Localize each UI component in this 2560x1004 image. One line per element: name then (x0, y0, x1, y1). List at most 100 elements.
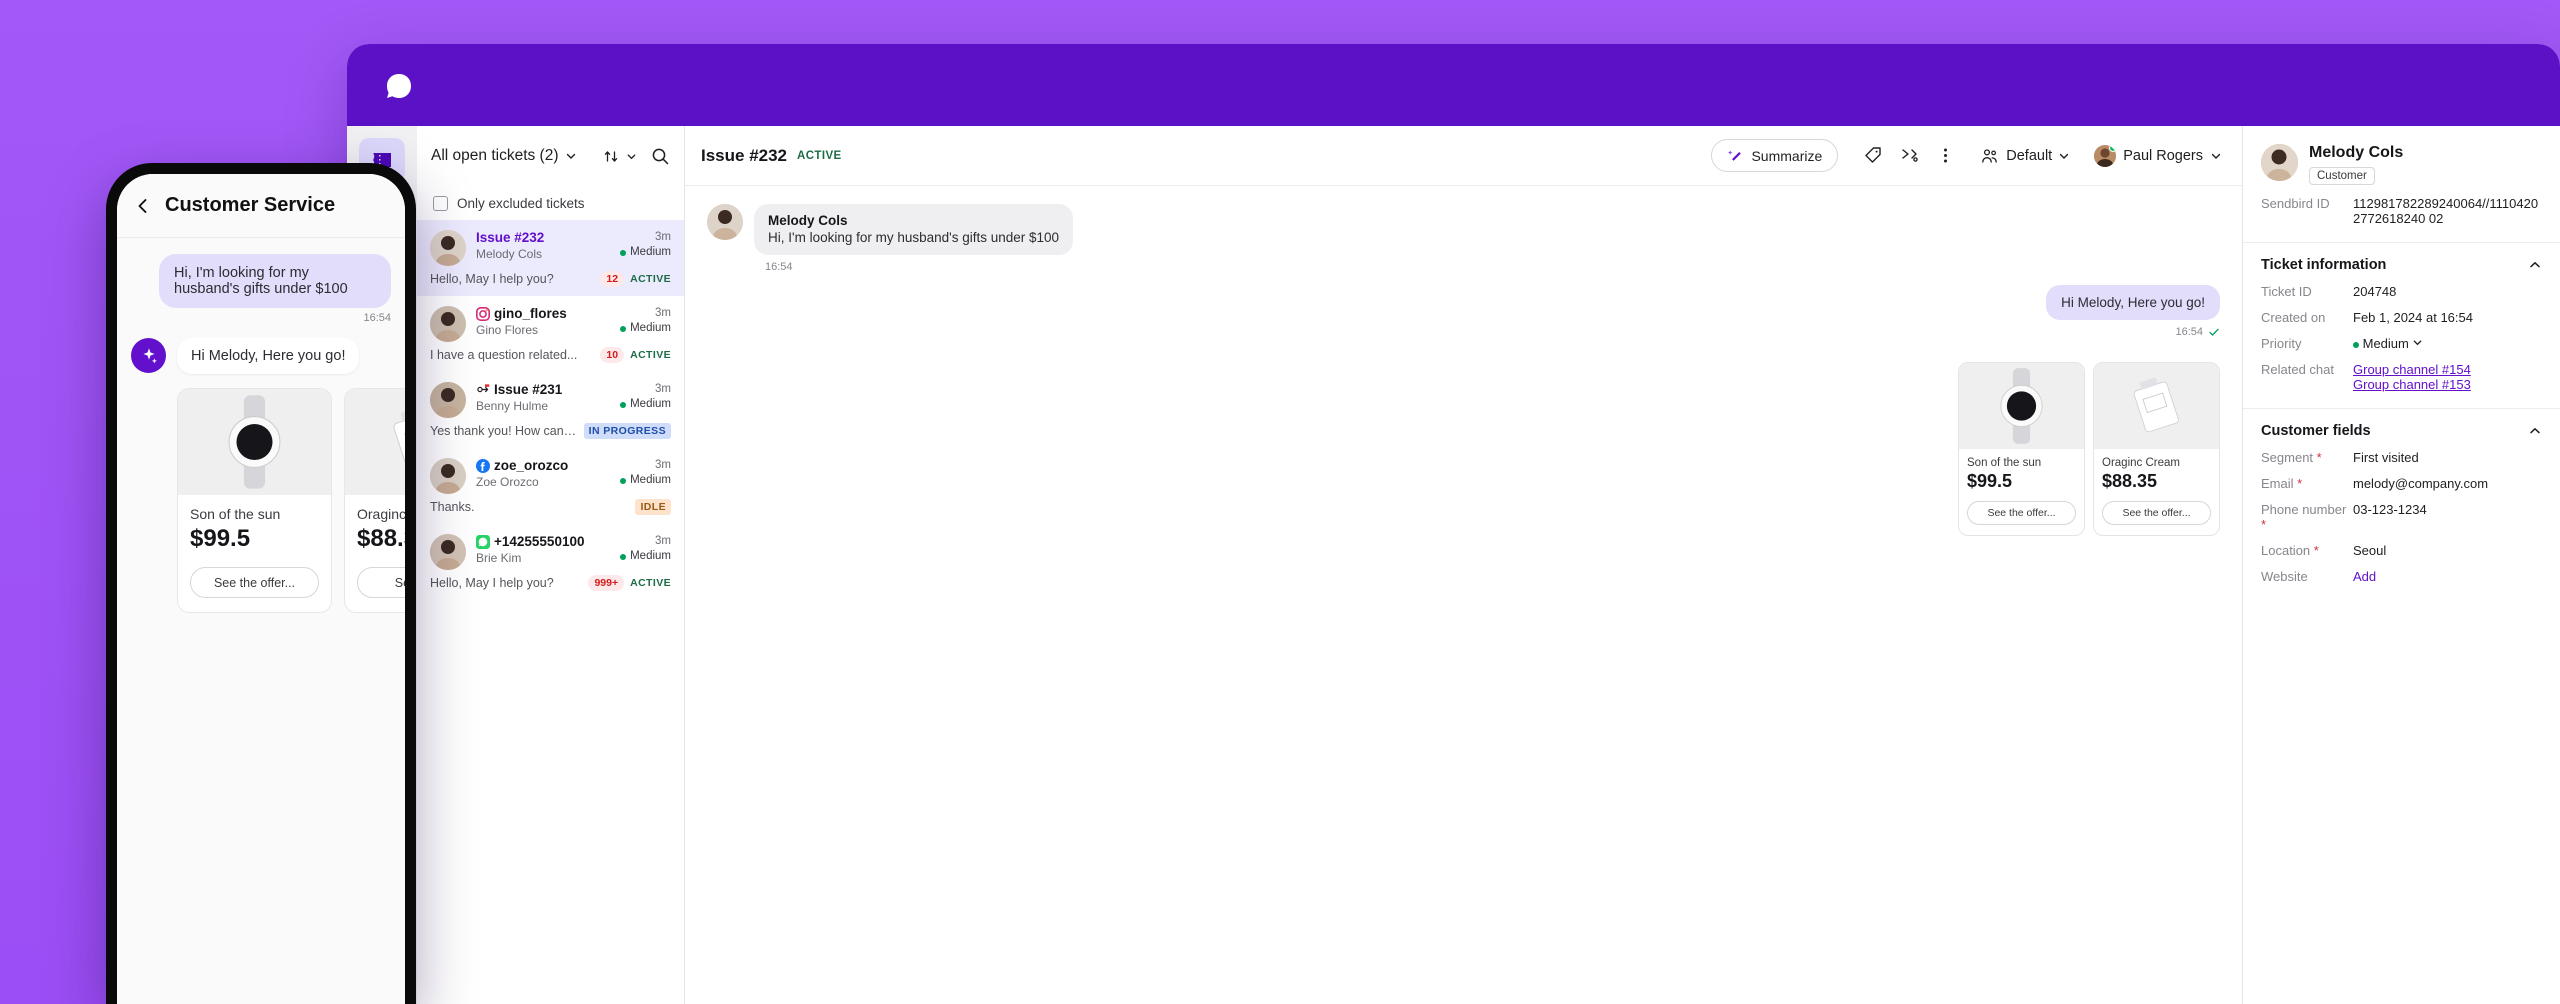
customer-fields: Segment * First visited Email * melody@comp… (2261, 450, 2542, 584)
ticket-row-name: Zoe Orozco (476, 475, 539, 489)
sendbird-id-value: 112981782289240064//11104202772618240 02 (2353, 196, 2539, 226)
detail-field-label: Ticket ID (2261, 284, 2312, 299)
conversation-status-badge: ACTIVE (797, 149, 842, 162)
ticket-row-preview: I have a question related... (430, 348, 578, 362)
add-value-link[interactable]: Add (2353, 569, 2376, 584)
cream-image (345, 389, 405, 495)
chevron-down-icon[interactable] (2412, 337, 2423, 348)
ticket-list-item[interactable]: Issue #231 Benny Hulme 3m Medium Yes thank y… (417, 372, 684, 448)
detail-field-value: 204748 (2353, 284, 2397, 299)
related-chat-link[interactable]: Group channel #154 (2353, 362, 2471, 377)
ticket-row-name: Brie Kim (476, 551, 522, 565)
avatar (430, 458, 466, 494)
ticket-row-time: 3m (655, 307, 671, 319)
search-button[interactable] (651, 147, 670, 166)
priority-dot (620, 401, 627, 408)
ticket-information-header[interactable]: Ticket information (2261, 257, 2542, 273)
phone-product-card[interactable]: Oraginc Crea $88.35 See the o (344, 388, 405, 613)
ticket-row-priority: Medium (620, 473, 671, 488)
only-excluded-tickets-row[interactable]: Only excluded tickets (417, 186, 684, 220)
desktop-app-window: All open tickets (2) Only excluded ticke… (347, 44, 2560, 1004)
product-name: Oraginc Cream (2102, 457, 2180, 469)
message-time: 16:54 (765, 261, 793, 273)
phone-product-cta[interactable]: See the o (357, 567, 405, 598)
detail-field-row: Website Add (2261, 569, 2542, 584)
ticket-row-title: Issue #232 (476, 230, 610, 246)
priority-dot (620, 325, 627, 332)
avatar (707, 204, 743, 240)
only-excluded-checkbox[interactable] (433, 195, 448, 211)
chevron-up-icon[interactable] (2528, 424, 2542, 438)
detail-field-label: Related chat (2261, 362, 2334, 377)
summarize-label: Summarize (1751, 147, 1823, 164)
ticket-fields: Ticket ID 204748 Created on Feb 1, 2024 at … (2261, 284, 2542, 392)
ticket-status-badge: ACTIVE (630, 349, 671, 361)
ticket-row-main: zoe_orozco Zoe Orozco (476, 458, 610, 494)
whatsapp-icon (476, 535, 490, 549)
product-cta-button[interactable]: See the offer... (1967, 501, 2076, 525)
more-options-button[interactable] (1932, 143, 1958, 169)
ticket-row-title-text: gino_flores (494, 306, 567, 321)
phone-incoming-bubble: Hi, I'm looking for my husband's gifts u… (159, 254, 391, 308)
transfer-ticket-button[interactable] (1896, 143, 1922, 169)
ticket-row-preview: Yes thank you! How can I ... (430, 424, 578, 438)
phone-screen: Customer Service Hi, I'm looking for my … (117, 174, 405, 1004)
ticket-row-title: zoe_orozco (476, 458, 610, 474)
customer-fields-header[interactable]: Customer fields (2261, 423, 2542, 439)
watch-image (178, 389, 331, 495)
ticket-list-item[interactable]: +14255550100 Brie Kim 3m Medium Hello, May I… (417, 524, 684, 600)
product-card[interactable]: Oraginc Cream $88.35 See the offer... (2093, 362, 2220, 536)
detail-field-row: Phone number * 03-123-1234 (2261, 502, 2542, 532)
agent-menu[interactable]: Paul Rogers (2094, 144, 2222, 167)
customer-avatar (2261, 144, 2298, 181)
assignee-dropdown[interactable]: Default (1980, 146, 2070, 166)
phone-product-name: Oraginc Crea (357, 506, 405, 522)
sort-chevron-icon[interactable] (626, 151, 637, 162)
ticket-row-meta: 3m Medium (620, 458, 671, 494)
ticket-row-priority: Medium (620, 397, 671, 412)
ticket-row-priority: Medium (620, 549, 671, 564)
sort-button[interactable] (603, 148, 620, 165)
product-cta-button[interactable]: See the offer... (2102, 501, 2211, 525)
ticket-row-time: 3m (655, 535, 671, 547)
customer-header: Melody Cols Customer (2261, 144, 2542, 185)
required-marker: * (2261, 517, 2267, 532)
presence-dot (2291, 144, 2298, 151)
product-card[interactable]: Son of the sun $99.5 See the offer... (1958, 362, 2085, 536)
chevron-left-icon[interactable] (133, 196, 153, 216)
phone-product-card[interactable]: Son of the sun $99.5 See the offer... (177, 388, 332, 613)
product-cards: Son of the sun $99.5 See the offer... Oragi… (1958, 362, 2220, 536)
product-cards-row: Son of the sun $99.5 See the offer... Oragi… (707, 352, 2220, 536)
ticket-list-item[interactable]: Issue #232 Melody Cols 3m Medium Hello, May … (417, 220, 684, 296)
tag-button[interactable] (1860, 143, 1886, 169)
ticket-filter-dropdown[interactable]: All open tickets (2) (431, 147, 577, 165)
ticket-row-meta: 3m Medium (620, 306, 671, 342)
phone-product-cta[interactable]: See the offer... (190, 567, 319, 598)
detail-field-label: Website (2261, 569, 2308, 584)
ticket-list-item[interactable]: gino_flores Gino Flores 3m Medium I have a q… (417, 296, 684, 372)
related-chat-link[interactable]: Group channel #153 (2353, 377, 2471, 392)
chevron-down-icon (565, 150, 577, 162)
product-name: Son of the sun (1967, 457, 2042, 469)
ticket-row-priority: Medium (620, 321, 671, 336)
ticket-row-bottom: Yes thank you! How can I ... IN PROGRESS (430, 423, 671, 439)
ticket-row-time: 3m (655, 383, 671, 395)
ticket-filter-label: All open tickets (2) (431, 147, 559, 164)
ticket-row-top: Issue #231 Benny Hulme 3m Medium (430, 382, 671, 418)
ticket-list-item[interactable]: zoe_orozco Zoe Orozco 3m Medium Thanks. IDLE (417, 448, 684, 524)
message-sender: Melody Cols (768, 213, 848, 228)
priority-dot (620, 477, 627, 484)
phone-product-body: Oraginc Crea $88.35 See the o (345, 495, 405, 612)
avatar (430, 382, 466, 418)
ticket-row-title: Issue #231 (476, 382, 610, 398)
outgoing-time-text: 16:54 (2175, 326, 2203, 338)
summarize-button[interactable]: Summarize (1711, 139, 1839, 172)
message-bubble: Melody Cols Hi, I'm looking for my husba… (754, 204, 1074, 255)
presence-dot (2109, 144, 2117, 152)
ticket-row-name: Benny Hulme (476, 399, 549, 413)
detail-field-value: Seoul (2353, 543, 2387, 558)
app-topbar (347, 44, 2560, 126)
required-marker: * (2297, 476, 2303, 491)
detail-field-value: Feb 1, 2024 at 16:54 (2353, 310, 2473, 325)
chevron-up-icon[interactable] (2528, 258, 2542, 272)
